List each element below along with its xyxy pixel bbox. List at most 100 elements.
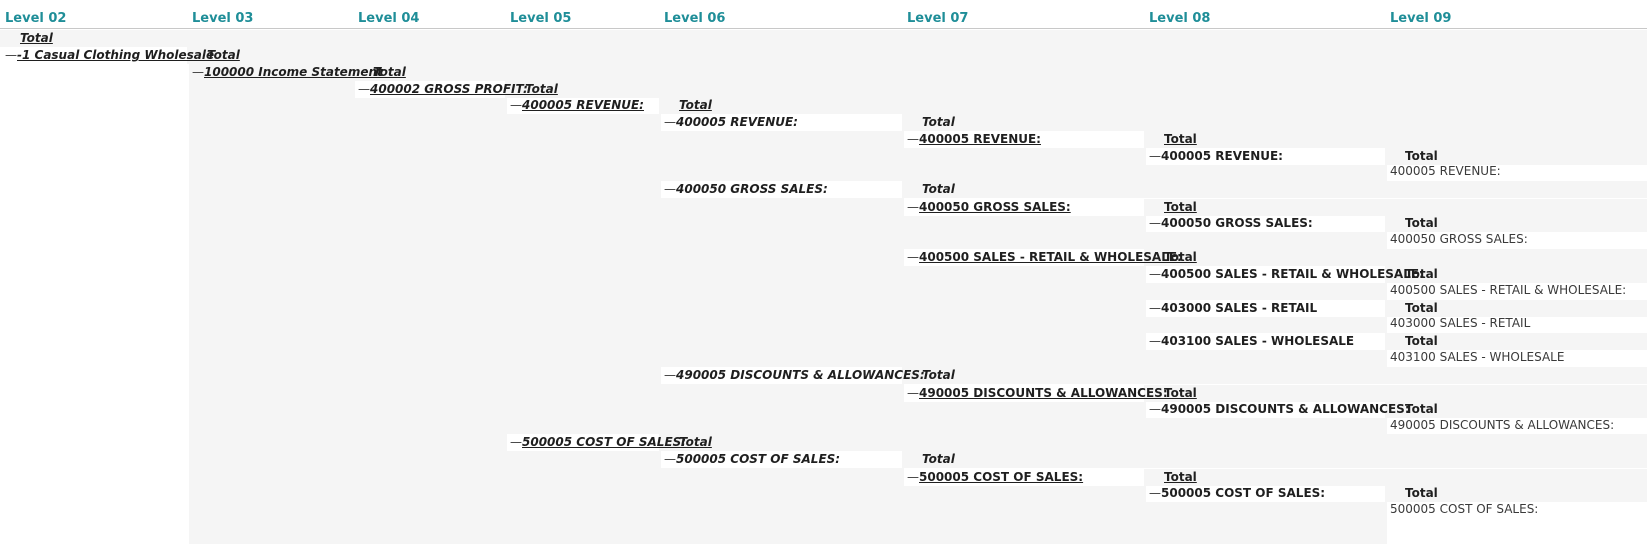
row-header[interactable]: —490005 DISCOUNTS & ALLOWANCES: (1149, 401, 1410, 417)
row-header[interactable]: —100000 Income Statement (192, 64, 383, 80)
row-header[interactable]: —400050 GROSS SALES: (907, 199, 1071, 215)
column-header-level-04[interactable]: Level 04 (358, 11, 419, 26)
collapse-toggle-icon[interactable]: — (5, 47, 17, 63)
row-header[interactable]: —400500 SALES - RETAIL & WHOLESALE: (1149, 266, 1424, 282)
collapse-toggle-icon[interactable]: — (907, 131, 919, 147)
total-cell: Total (679, 97, 712, 113)
row-header[interactable]: —500005 COST OF SALES: (1149, 485, 1325, 501)
cell-label: 400005 REVENUE: (676, 115, 798, 129)
cell-label: Total (922, 368, 955, 382)
collapse-toggle-icon[interactable]: — (358, 81, 370, 97)
row-band (659, 434, 1647, 451)
column-header-level-07[interactable]: Level 07 (907, 11, 968, 26)
cell-label: Total (679, 98, 712, 112)
cell-label: Total (1405, 334, 1438, 348)
row-header[interactable]: —400005 REVENUE: (664, 114, 798, 130)
total-cell: Total (1405, 266, 1438, 282)
cell-label: 400005 REVENUE: (1161, 149, 1283, 163)
total-cell: Total (1405, 485, 1438, 501)
cell-label: Total (1164, 200, 1197, 214)
row-header[interactable]: —403100 SALES - WHOLESALE (1149, 333, 1354, 349)
row-band (904, 402, 1146, 434)
row-band (1146, 165, 1387, 181)
cell-label: 500005 COST OF SALES: (522, 435, 687, 449)
column-header-level-09[interactable]: Level 09 (1390, 11, 1451, 26)
collapse-toggle-icon[interactable]: — (1149, 300, 1161, 316)
row-header[interactable]: —400500 SALES - RETAIL & WHOLESALE: (907, 249, 1182, 265)
row-band (1146, 502, 1387, 544)
collapse-toggle-icon[interactable]: — (1149, 401, 1161, 417)
collapse-toggle-icon[interactable]: — (192, 64, 204, 80)
row-band (659, 97, 1647, 114)
cell-label: 400050 GROSS SALES: (676, 182, 828, 196)
collapse-toggle-icon[interactable]: — (907, 469, 919, 485)
column-header-level-05[interactable]: Level 05 (510, 11, 571, 26)
column-header-level-02[interactable]: Level 02 (5, 11, 66, 26)
row-band (661, 131, 904, 181)
row-band (661, 198, 904, 367)
row-band (661, 468, 904, 544)
collapse-toggle-icon[interactable]: — (510, 97, 522, 113)
row-band (1144, 469, 1647, 486)
row-header[interactable]: —400050 GROSS SALES: (1149, 215, 1313, 231)
total-cell: Total (207, 47, 240, 63)
cell-label: Total (1164, 132, 1197, 146)
collapse-toggle-icon[interactable]: — (1149, 266, 1161, 282)
collapse-toggle-icon[interactable]: — (664, 451, 676, 467)
row-header[interactable]: —403000 SALES - RETAIL (1149, 300, 1317, 316)
total-cell: Total (1164, 199, 1197, 215)
row-band (902, 451, 1647, 468)
cell-label: Total (1164, 470, 1197, 484)
total-cell: Total (1164, 249, 1197, 265)
collapse-toggle-icon[interactable]: — (1149, 148, 1161, 164)
row-header[interactable]: —400005 REVENUE: (907, 131, 1041, 147)
collapse-toggle-icon[interactable]: — (1149, 215, 1161, 231)
row-header[interactable]: —400050 GROSS SALES: (664, 181, 828, 197)
collapse-toggle-icon[interactable]: — (907, 249, 919, 265)
row-band (1144, 385, 1647, 402)
collapse-toggle-icon[interactable]: — (907, 385, 919, 401)
row-header[interactable]: —500005 COST OF SALES: (664, 451, 840, 467)
cell-label: Total (525, 82, 558, 96)
row-header[interactable]: —500005 COST OF SALES: (510, 434, 686, 450)
collapse-toggle-icon[interactable]: — (1149, 485, 1161, 501)
row-band (904, 148, 1146, 181)
collapse-toggle-icon[interactable]: — (1149, 333, 1161, 349)
row-header[interactable]: —490005 DISCOUNTS & ALLOWANCES: (907, 385, 1168, 401)
row-header[interactable]: —500005 COST OF SALES: (907, 469, 1083, 485)
cell-label: Total (1405, 149, 1438, 163)
total-cell: Total (922, 181, 955, 197)
total-cell: Total (1405, 215, 1438, 231)
total-cell: Total (20, 30, 53, 46)
collapse-toggle-icon[interactable]: — (664, 367, 676, 383)
cell-label: 490005 DISCOUNTS & ALLOWANCES: (1161, 402, 1410, 416)
cell-label: 400050 GROSS SALES: (1390, 232, 1528, 246)
collapse-toggle-icon[interactable]: — (907, 199, 919, 215)
matrix-table: Level 02 Level 03 Level 04 Level 05 Level 06… (0, 0, 1647, 544)
column-header-level-08[interactable]: Level 08 (1149, 11, 1210, 26)
value-cell: 400050 GROSS SALES: (1390, 231, 1528, 247)
row-band (353, 64, 1647, 81)
collapse-toggle-icon[interactable]: — (664, 114, 676, 130)
row-band (1146, 232, 1387, 249)
total-cell: Total (922, 114, 955, 130)
total-cell: Total (1164, 385, 1197, 401)
collapse-toggle-icon[interactable]: — (664, 181, 676, 197)
total-cell: Total (679, 434, 712, 450)
row-header[interactable]: —490005 DISCOUNTS & ALLOWANCES: (664, 367, 925, 383)
row-header[interactable]: —400005 REVENUE: (510, 97, 644, 113)
row-header[interactable]: —400005 REVENUE: (1149, 148, 1283, 164)
total-cell: Total (1405, 333, 1438, 349)
row-band (902, 181, 1647, 198)
collapse-toggle-icon[interactable]: — (510, 434, 522, 450)
cell-label: 400500 SALES - RETAIL & WHOLESALE: (919, 250, 1182, 264)
column-header-level-03[interactable]: Level 03 (192, 11, 253, 26)
cell-label: 400050 GROSS SALES: (919, 200, 1071, 214)
cell-label: 500005 COST OF SALES: (1161, 486, 1326, 500)
column-header-level-06[interactable]: Level 06 (664, 11, 725, 26)
row-header[interactable]: —400002 GROSS PROFIT: (358, 81, 528, 97)
value-cell: 400005 REVENUE: (1390, 163, 1501, 179)
row-header[interactable]: —-1 Casual Clothing Wholesale (5, 47, 214, 63)
cell-label: Total (20, 31, 53, 45)
header-divider (0, 28, 1647, 29)
